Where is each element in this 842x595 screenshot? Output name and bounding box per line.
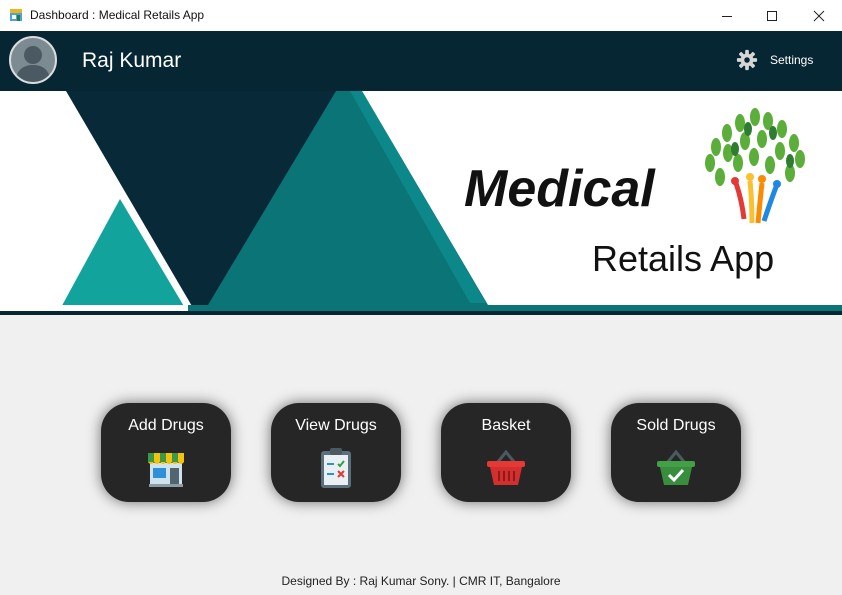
footer-credits: Designed By : Raj Kumar Sony. | CMR IT, …: [281, 574, 561, 588]
banner-title-line2: Retails App: [592, 238, 774, 279]
sold-drugs-label: Sold Drugs: [636, 417, 716, 434]
window-titlebar: Dashboard : Medical Retails App: [0, 0, 842, 31]
settings-label: Settings: [770, 53, 814, 67]
minimize-button[interactable]: [704, 0, 750, 31]
add-drugs-label: Add Drugs: [128, 417, 204, 434]
app-header: Raj Kumar Settings: [0, 31, 842, 91]
close-button[interactable]: [796, 0, 842, 31]
basket-label: Basket: [481, 417, 531, 434]
window-title: Dashboard : Medical Retails App: [30, 8, 205, 22]
user-name: Raj Kumar: [82, 49, 182, 72]
store-icon: [148, 453, 184, 487]
clipboard-checklist-icon: [321, 448, 351, 488]
basket-button[interactable]: Basket: [441, 403, 571, 502]
basket-icon: [487, 449, 525, 485]
settings-button[interactable]: Settings: [736, 49, 813, 71]
add-drugs-button[interactable]: Add Drugs: [101, 403, 231, 502]
minimize-icon: [722, 15, 732, 17]
sold-drugs-button[interactable]: Sold Drugs: [611, 403, 741, 502]
banner-title-line1: Medical: [464, 160, 656, 218]
gear-icon: [736, 49, 758, 71]
basket-check-icon: [657, 449, 695, 485]
view-drugs-button[interactable]: View Drugs: [271, 403, 401, 502]
dashboard-main: Add Drugs View Drugs Basket Sold Drugs D…: [0, 315, 842, 595]
banner: Medical Retails App: [0, 91, 842, 315]
maximize-button[interactable]: [749, 0, 795, 31]
maximize-icon: [767, 10, 777, 21]
close-icon: [813, 10, 825, 21]
avatar[interactable]: [9, 36, 57, 84]
user-avatar-icon: [15, 46, 51, 82]
app-window-icon: [10, 9, 22, 21]
view-drugs-label: View Drugs: [295, 417, 377, 434]
banner-graphic: Medical Retails App: [0, 91, 842, 315]
